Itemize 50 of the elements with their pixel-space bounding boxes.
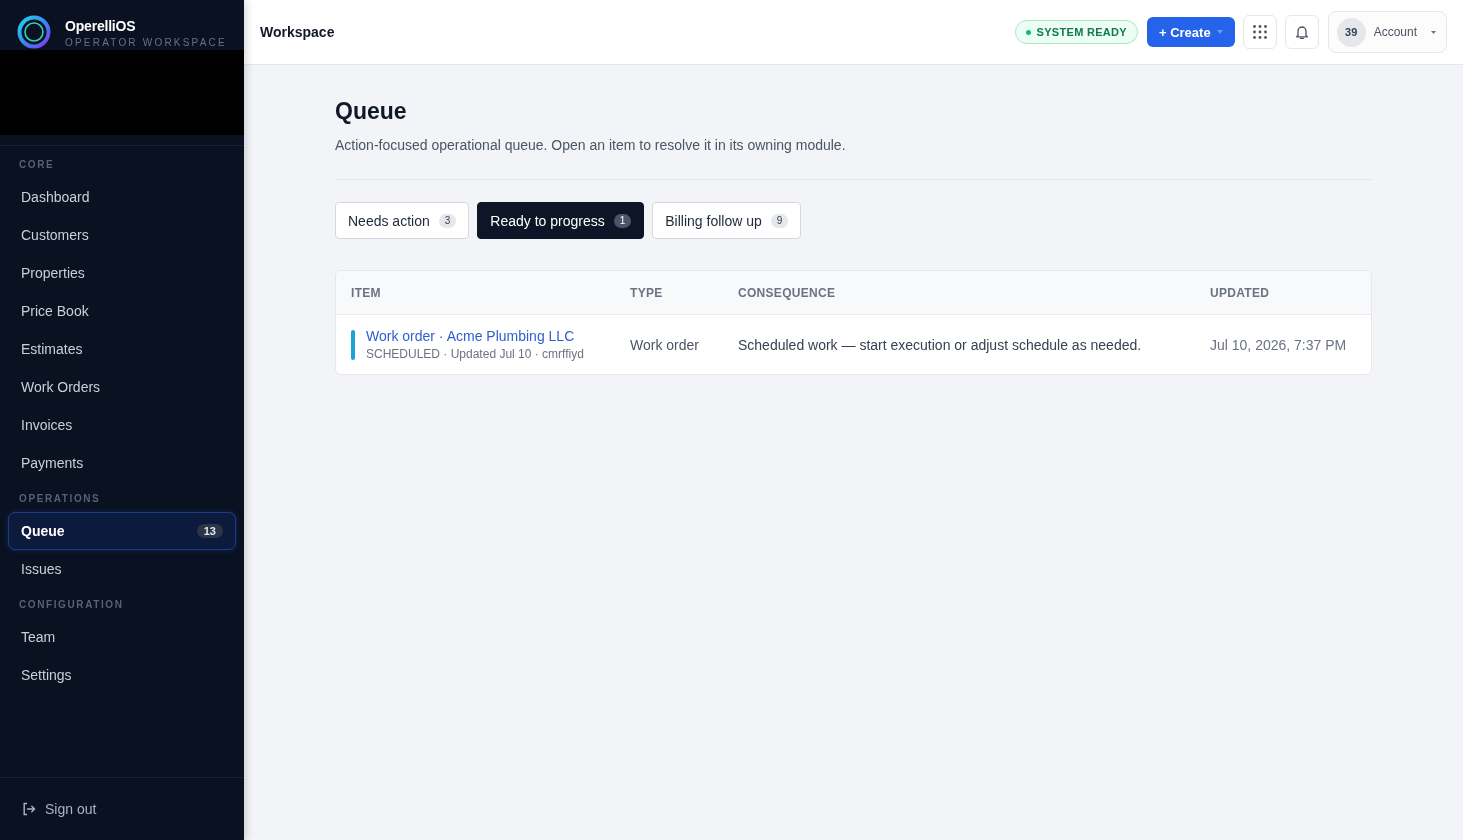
- section-label: OPERATIONS: [18, 492, 102, 506]
- filter-tab[interactable]: Needs action 3: [335, 202, 470, 239]
- grid-icon: [1252, 25, 1267, 39]
- section-label: CONFIGURATION: [18, 598, 125, 612]
- tab-count-badge: 1: [613, 213, 632, 228]
- section-label: CORE: [18, 158, 56, 172]
- nav-item[interactable]: Customers: [8, 216, 236, 254]
- tab-count-badge: 9: [770, 213, 789, 228]
- nav-item[interactable]: Work Orders: [8, 368, 236, 406]
- account-button[interactable]: 39 Account: [1327, 11, 1447, 53]
- page-header-title: Workspace: [260, 24, 335, 40]
- count-badge: 13: [196, 524, 223, 538]
- column-header: ITEM: [350, 285, 381, 300]
- caret-icon: [1216, 30, 1223, 34]
- nav-item[interactable]: Price Book: [8, 292, 236, 330]
- column-header: TYPE: [629, 285, 663, 300]
- column-header: UPDATED: [1209, 285, 1270, 300]
- page-title: Queue: [335, 97, 408, 126]
- item-meta: SCHEDULED · Updated Jul 10 · cmrffiyd: [366, 347, 584, 361]
- table-cell-text: Work order: [629, 336, 699, 353]
- brand-name: OperelliOS: [65, 18, 137, 34]
- page-description: Action-focused operational queue. Open an item to resolve it in its owning module.: [335, 136, 847, 155]
- item-link[interactable]: Work order · Acme Plumbing LLC: [366, 328, 584, 344]
- table-cell-text: Scheduled work — start execution or adjust schedule as needed.: [737, 336, 1142, 353]
- ring-logo-icon: [17, 15, 51, 49]
- sign-out-button[interactable]: Sign out: [20, 799, 99, 819]
- notifications-button[interactable]: [1284, 15, 1319, 49]
- column-header: CONSEQUENCE: [737, 285, 836, 300]
- filter-tab[interactable]: Billing follow up 9: [652, 202, 802, 239]
- tab-count-badge: 3: [438, 213, 457, 228]
- nav-item[interactable]: Settings: [8, 656, 236, 694]
- nav-item[interactable]: Invoices: [8, 406, 236, 444]
- apps-grid-button[interactable]: [1242, 15, 1277, 49]
- nav-item[interactable]: Estimates: [8, 330, 236, 368]
- filter-tab[interactable]: Ready to progress 1: [477, 202, 645, 239]
- status-text: SYSTEM READY: [1036, 26, 1127, 38]
- nav-item[interactable]: Dashboard: [8, 178, 236, 216]
- nav-item[interactable]: Properties: [8, 254, 236, 292]
- nav-item[interactable]: Queue 13: [8, 512, 236, 550]
- nav-item[interactable]: Team: [8, 618, 236, 656]
- brand-subtitle: OPERATOR WORKSPACE: [65, 37, 227, 49]
- caret-icon: [1431, 30, 1436, 34]
- bell-icon: [1294, 24, 1309, 40]
- avatar: 39: [1336, 17, 1366, 47]
- create-button[interactable]: + Create: [1146, 17, 1235, 47]
- table-cell-text: Jul 10, 2026, 7:37 PM: [1209, 336, 1347, 353]
- status-dot-icon: [1025, 29, 1031, 35]
- nav-item[interactable]: Payments: [8, 444, 236, 482]
- sign-out-icon: [22, 802, 36, 816]
- nav-item[interactable]: Issues: [8, 550, 236, 588]
